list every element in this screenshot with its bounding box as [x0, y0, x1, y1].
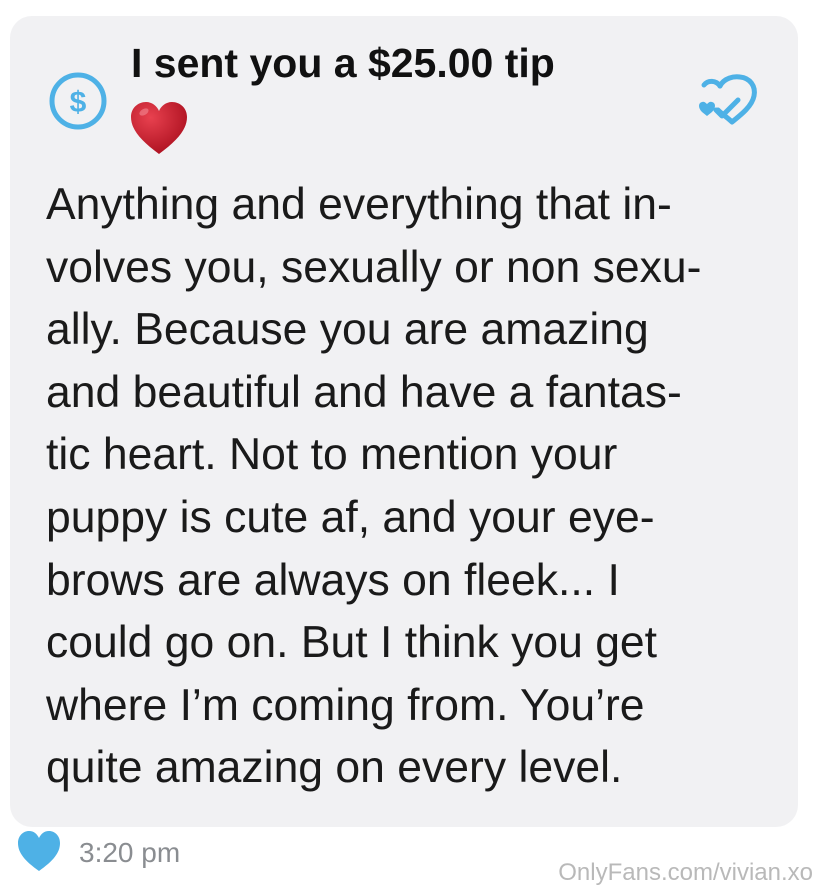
watermark: OnlyFans.com/vivian.xo: [558, 859, 813, 886]
message-line: tic heart. Not to mention your: [46, 430, 618, 480]
dollar-circle-icon: $: [49, 72, 107, 130]
message-line: brows are always on fleek... I: [46, 555, 620, 605]
svg-text:$: $: [70, 86, 87, 119]
message-line: where I’m coming from. You’re: [46, 680, 645, 730]
message-line: could go on. But I think you get: [46, 618, 658, 668]
message-line: volves you, sexually or non sexu-: [46, 242, 702, 292]
message-line: quite amazing on every level.: [46, 743, 623, 793]
message-line: Anything and everything that in-: [46, 180, 672, 229]
red-heart-emoji: [131, 102, 187, 154]
message-text: Anything and everything that in- volves …: [46, 174, 776, 800]
heart-filled-icon[interactable]: [16, 829, 62, 875]
message-timestamp: 3:20 pm: [79, 837, 181, 868]
tip-amount-text: I sent you a $25.00 tip: [131, 40, 555, 86]
message-line: and beautiful and have a fantas-: [46, 367, 682, 417]
message-line: ally. Because you are amazing: [46, 305, 649, 355]
message-line: puppy is cute af, and your eye-: [46, 492, 655, 542]
heart-outline-icon[interactable]: [694, 72, 762, 128]
